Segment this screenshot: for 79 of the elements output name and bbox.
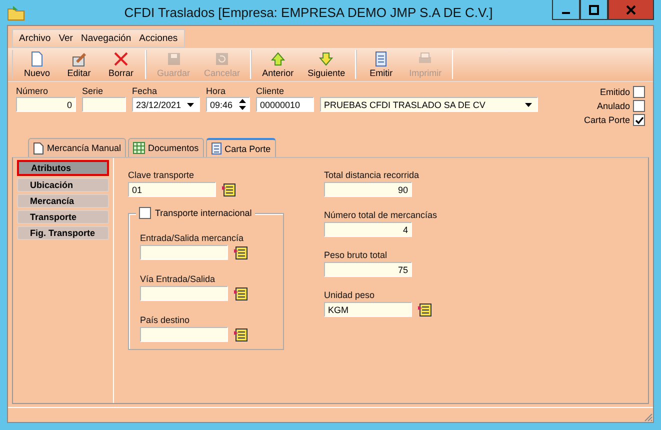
input-field[interactable]: 75 — [324, 262, 412, 277]
down-arrow-icon — [318, 51, 334, 67]
minimize-icon — [562, 12, 570, 14]
input-field[interactable] — [140, 245, 228, 260]
client-dropdown[interactable]: PRUEBAS CFDI TRASLADO SA DE CV — [320, 97, 538, 112]
tab[interactable]: Carta Porte — [206, 138, 276, 157]
number-field[interactable]: 0 — [16, 97, 76, 112]
tab[interactable]: Documentos — [128, 138, 204, 157]
toolbar-button[interactable]: Borrar — [101, 50, 141, 79]
field-label: Peso bruto total — [324, 250, 388, 260]
menu-item[interactable]: Ver — [58, 33, 73, 44]
checkbox[interactable] — [139, 207, 151, 219]
input-field[interactable] — [140, 286, 228, 301]
maximize-button[interactable] — [580, 0, 608, 20]
time-spinner[interactable]: 09:46 — [206, 97, 250, 112]
field-label: Cliente — [256, 86, 286, 96]
checkbox[interactable] — [633, 100, 645, 112]
toolbar-button[interactable]: Editar — [59, 50, 99, 79]
sidebar-item[interactable]: Transporte — [17, 210, 109, 224]
lookup-icon[interactable] — [418, 302, 432, 316]
lookup-icon[interactable] — [222, 182, 236, 196]
document-icon — [373, 51, 390, 67]
close-icon — [113, 51, 129, 67]
sidebar-item[interactable]: Ubicación — [17, 178, 109, 192]
menu-item[interactable]: Archivo — [19, 33, 51, 44]
maximize-icon — [589, 4, 599, 14]
checkbox-label: Carta Porte — [584, 115, 630, 125]
input-field[interactable]: 90 — [324, 182, 412, 197]
up-arrow-icon — [270, 51, 286, 67]
folder-icon — [7, 4, 25, 20]
sidebar-item[interactable]: Fig. Transporte — [17, 226, 109, 240]
toolbar-button[interactable]: Anterior — [256, 50, 300, 79]
sidebar-item[interactable]: Atributos — [17, 160, 109, 176]
field-label: País destino — [140, 315, 191, 325]
checkbox-label: Transporte internacional — [155, 208, 252, 218]
pencil-icon — [71, 51, 87, 67]
input-field[interactable]: 01 — [128, 182, 216, 197]
minimize-button[interactable] — [552, 0, 580, 20]
field-label: Entrada/Salida mercancía — [140, 233, 245, 243]
field-label: Número total de mercancías — [324, 210, 438, 220]
checkbox-label: Anulado — [596, 101, 630, 111]
tab[interactable]: Mercancía Manual — [28, 138, 126, 157]
close-icon — [626, 4, 636, 14]
input-field[interactable]: 4 — [324, 222, 412, 237]
checkbox-label: Emitido — [600, 87, 630, 97]
input-field[interactable]: KGM — [324, 302, 412, 317]
save-icon — [166, 51, 182, 67]
resize-grip-icon[interactable] — [643, 412, 653, 422]
undo-icon — [214, 51, 230, 67]
checkbox[interactable] — [633, 86, 645, 98]
input-field[interactable] — [140, 327, 228, 342]
date-picker[interactable]: 23/12/2021 — [132, 97, 200, 112]
field-label: Número — [16, 86, 50, 96]
lookup-icon[interactable] — [234, 286, 248, 300]
field-label: Hora — [206, 86, 227, 96]
spinner-arrows-icon[interactable] — [238, 98, 247, 111]
toolbar-button[interactable]: Nuevo — [17, 50, 57, 79]
checkbox[interactable] — [633, 114, 645, 126]
form-icon — [210, 142, 222, 155]
table-icon — [133, 142, 146, 154]
close-button[interactable] — [608, 0, 654, 20]
menu-item[interactable]: Acciones — [139, 33, 178, 44]
document-icon — [29, 51, 45, 67]
toolbar-button[interactable]: Emitir — [361, 50, 402, 79]
sidebar-item[interactable]: Mercancía — [17, 194, 109, 208]
document-icon — [33, 142, 44, 154]
field-label: Fecha — [132, 86, 158, 96]
field-label: Serie — [82, 86, 104, 96]
field-label: Clave transporte — [128, 170, 196, 180]
client-code-field[interactable]: 00000010 — [256, 97, 314, 112]
window-title: CFDI Traslados [Empresa: EMPRESA DEMO JMP S.A DE C.V.] — [123, 5, 494, 20]
field-label: Total distancia recorrida — [324, 170, 420, 180]
menu-item[interactable]: Navegación — [80, 33, 132, 44]
lookup-icon[interactable] — [234, 328, 248, 342]
toolbar-button[interactable]: Siguiente — [302, 50, 352, 79]
field-label: Unidad peso — [324, 290, 376, 300]
field-label: Vía Entrada/Salida — [140, 274, 216, 284]
lookup-icon[interactable] — [234, 246, 248, 260]
series-field[interactable] — [82, 97, 126, 112]
